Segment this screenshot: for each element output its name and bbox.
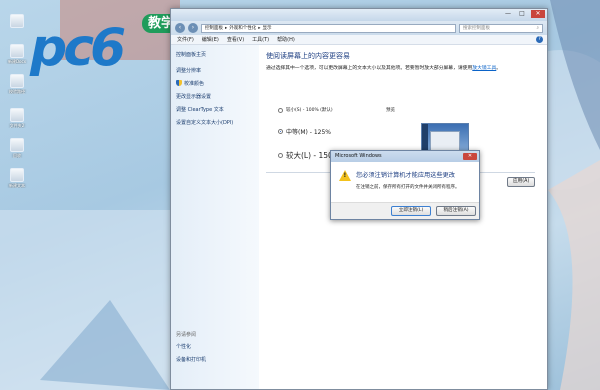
magnifier-link[interactable]: 放大镜工具 [472, 66, 496, 71]
desktop-icon-label: 新建Docx [7, 59, 27, 64]
desktop-icon-label: 校验路径 [9, 89, 25, 94]
sidebar-link-cleartype[interactable]: 调整 ClearType 文本 [176, 106, 254, 113]
description-text: 通过选择其中一个选项，可以更改屏幕上的文本大小以及其他项。若要暂时放大部分屏幕，… [266, 66, 473, 71]
file-icon [10, 14, 24, 28]
desktop-icon[interactable]: 新建Docx [4, 44, 30, 64]
preview-label: 预览 [386, 108, 395, 113]
sidebar-link-dpi[interactable]: 设置自定义文本大小(DPI) [176, 119, 254, 126]
menu-edit[interactable]: 编辑(E) [202, 36, 219, 43]
sidebar: 控制面板主页 调整分辨率 校准颜色 更改显示器设置 调整 ClearType 文… [171, 45, 259, 389]
search-input[interactable]: 搜索控制面板 ⌕ [459, 23, 543, 33]
menu-view[interactable]: 查看(V) [227, 36, 244, 43]
search-icon: ⌕ [536, 26, 539, 31]
menu-bar: 文件(F) 编辑(E) 查看(V) 工具(T) 帮助(H) ? [171, 35, 547, 45]
desktop-icon[interactable]: 新建文本 [4, 168, 30, 188]
sidebar-home-link[interactable]: 控制面板主页 [176, 51, 254, 58]
logoff-now-button[interactable]: 立即注销(L) [391, 206, 431, 216]
menu-help[interactable]: 帮助(H) [277, 36, 295, 43]
radio-smaller[interactable] [278, 107, 283, 113]
file-icon [10, 74, 24, 88]
help-icon[interactable]: ? [536, 36, 543, 43]
minimize-button[interactable]: — [501, 10, 515, 18]
description: 通过选择其中一个选项，可以更改屏幕上的文本大小以及其他项。若要暂时放大部分屏幕，… [266, 65, 528, 72]
see-also-section: 另请参阅 个性化 设备和打印机 [176, 331, 206, 369]
warning-icon: ! [339, 170, 351, 181]
text-file-icon [10, 168, 24, 182]
desktop-icon[interactable] [4, 14, 30, 29]
close-button[interactable]: ✕ [531, 10, 545, 18]
option-label: 中等(M) - 125% [286, 129, 331, 136]
recycle-bin-icon [10, 138, 24, 152]
apply-button[interactable]: 应用(A) [507, 177, 535, 187]
dialog-message: 您必须注销计算机才能应用这些更改 [356, 172, 455, 179]
chevron-right-icon: ▸ [225, 25, 228, 31]
breadcrumb[interactable]: 控制面板 ▸ 外观和个性化 ▸ 显示 [201, 23, 456, 33]
option-smaller[interactable]: 较小(S) - 100% (默认) [278, 107, 333, 113]
maximize-button[interactable]: □ [515, 10, 529, 18]
dialog-footer: 立即注销(L) 稍后注销(A) [331, 202, 479, 219]
forward-arrow-icon[interactable]: › [188, 23, 198, 33]
folder-icon [10, 108, 24, 122]
see-also-personalize[interactable]: 个性化 [176, 343, 206, 350]
shield-icon [176, 80, 182, 86]
desktop-icon[interactable]: 文件夹2 [4, 108, 30, 128]
sidebar-link-label: 校准颜色 [184, 81, 205, 87]
exclamation-icon: ! [343, 172, 347, 179]
page-title: 使阅读屏幕上的内容更容易 [266, 52, 350, 60]
logoff-later-button[interactable]: 稍后注销(A) [436, 206, 476, 216]
desktop-icon-label: 回收 [13, 153, 21, 158]
sidebar-link-display-settings[interactable]: 更改显示器设置 [176, 93, 254, 100]
dialog-close-button[interactable]: ✕ [463, 153, 477, 160]
dialog-title: Microsoft Windows [335, 153, 382, 159]
sidebar-link-resolution[interactable]: 调整分辨率 [176, 67, 254, 74]
title-bar[interactable]: — □ ✕ [171, 9, 547, 21]
radio-larger[interactable] [278, 153, 283, 158]
see-also-devices-printers[interactable]: 设备和打印机 [176, 356, 206, 363]
desktop-icon-label: 文件夹2 [9, 123, 25, 128]
menu-file[interactable]: 文件(F) [177, 36, 194, 43]
search-placeholder: 搜索控制面板 [463, 26, 490, 31]
desktop-icon[interactable]: 回收 [4, 138, 30, 158]
site-logo: pc6 教学 [30, 14, 190, 84]
sidebar-link-calibrate[interactable]: 校准颜色 [176, 80, 254, 87]
logo-text: pc6 [30, 18, 126, 78]
radio-medium[interactable] [278, 129, 283, 134]
menu-tools[interactable]: 工具(T) [252, 36, 269, 43]
desktop-icon[interactable]: 校验路径 [4, 74, 30, 94]
breadcrumb-item[interactable]: 显示 [263, 25, 272, 31]
see-also-title: 另请参阅 [176, 332, 197, 338]
chevron-right-icon: ▸ [258, 25, 261, 31]
main-content: 使阅读屏幕上的内容更容易 通过选择其中一个选项，可以更改屏幕上的文本大小以及其他… [266, 51, 541, 389]
description-end: 。 [496, 66, 502, 71]
dialog-subtext: 在注销之前，保存所有打开的文件并关闭所有程序。 [356, 185, 460, 190]
breadcrumb-item[interactable]: 控制面板 [205, 25, 223, 31]
file-icon [10, 44, 24, 58]
breadcrumb-item[interactable]: 外观和个性化 [229, 25, 256, 31]
desktop-icon-label: 新建文本 [9, 183, 25, 188]
dialog-title-bar[interactable]: Microsoft Windows ✕ [331, 151, 479, 162]
back-arrow-icon[interactable]: ‹ [175, 23, 185, 33]
option-medium[interactable]: 中等(M) - 125% [278, 127, 331, 136]
option-label: 较小(S) - 100% (默认) [286, 108, 333, 113]
address-bar: ‹ › 控制面板 ▸ 外观和个性化 ▸ 显示 搜索控制面板 ⌕ [171, 21, 547, 35]
logoff-dialog: Microsoft Windows ✕ ! 您必须注销计算机才能应用这些更改 在… [330, 150, 480, 220]
